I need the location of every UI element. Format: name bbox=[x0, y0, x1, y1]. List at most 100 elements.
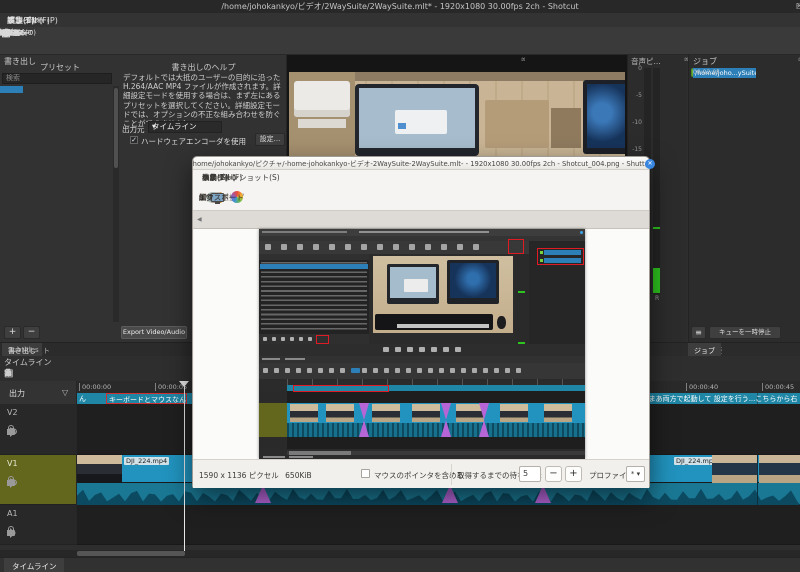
db-scale-label: 0 bbox=[628, 65, 642, 72]
track-header-v2[interactable]: V2 bbox=[0, 404, 77, 455]
inner-tl-glyph bbox=[285, 368, 290, 373]
highlight-box-subtitle-segment bbox=[293, 385, 389, 392]
output-track-header[interactable]: 出力 ▽ bbox=[0, 381, 77, 404]
titlebar: /home/johokankyo/ビデオ/2WaySuite/2WaySuite… bbox=[0, 0, 800, 13]
toolbar-button[interactable]: ▣Subtitles bbox=[2, 27, 10, 29]
clip-boundary bbox=[757, 483, 758, 505]
mute-icon[interactable] bbox=[7, 530, 11, 536]
scrollbar-thumb[interactable] bbox=[114, 88, 118, 168]
clip-thumbnail bbox=[77, 455, 122, 483]
meter-level-bar bbox=[653, 268, 660, 293]
add-preset-button[interactable]: + bbox=[4, 326, 21, 339]
left-dock-tabs-tab[interactable]: Subtitles bbox=[2, 343, 45, 354]
remove-preset-button[interactable]: − bbox=[23, 326, 40, 339]
shutter-canvas bbox=[194, 229, 649, 459]
shutter-toolbar: ↻ ▶ 範囲を選択 デスクトップ ▼ ウィンドウ ▼ ▼ 編集 エクスポート ▼ bbox=[193, 184, 649, 210]
timeline-bottom-tabs-tab[interactable]: タイムライン bbox=[4, 558, 64, 572]
track-header-v1[interactable]: V1 bbox=[0, 455, 77, 505]
inner-toolbar-glyph bbox=[265, 244, 271, 250]
hardware-encoder-label: ハードウェアエンコーダを使用 bbox=[141, 136, 246, 147]
from-select[interactable]: タイムライン ▼ bbox=[148, 121, 222, 133]
profile-select[interactable]: * ▾ bbox=[626, 466, 645, 482]
subtitle-segment-selected[interactable]: キーボードとマウスなんて bbox=[106, 393, 187, 404]
inner-clip-thumbnail bbox=[290, 404, 318, 422]
inner-glyph bbox=[263, 337, 267, 341]
inner-v1-waveform bbox=[287, 423, 585, 437]
playhead[interactable] bbox=[184, 381, 185, 551]
delay-increment-button[interactable]: + bbox=[565, 466, 582, 482]
job-item[interactable]: ✓ /home/joho...ySuite.mp 00:02:05 bbox=[691, 66, 799, 79]
image-dimensions: 1590 x 1136 ピクセル bbox=[199, 471, 279, 480]
playhead-cap-icon bbox=[179, 381, 189, 387]
from-label: 出力元 bbox=[122, 124, 145, 135]
inner-toolbar-glyph bbox=[473, 244, 479, 250]
capture-delay-input[interactable]: 5 bbox=[519, 466, 541, 482]
chevron-down-icon[interactable]: ▼ bbox=[203, 194, 208, 201]
inner-clip-thumbnail bbox=[372, 404, 400, 422]
close-icon[interactable]: ✕ bbox=[645, 159, 655, 169]
window-title: /home/johokankyo/ビデオ/2WaySuite/2WaySuite… bbox=[221, 1, 578, 12]
inner-transport-glyph bbox=[419, 347, 425, 352]
inner-tl-glyph bbox=[472, 368, 477, 373]
tab-scroll-left-icon[interactable]: ◀ bbox=[195, 216, 204, 228]
inner-tl-glyph bbox=[384, 368, 389, 373]
inner-transport-glyph bbox=[383, 347, 389, 352]
encoder-settings-button[interactable]: 設定... bbox=[255, 133, 285, 146]
inner-clip-thumbnail bbox=[326, 404, 354, 422]
jobs-tabs-tab[interactable]: ジョブ bbox=[688, 343, 721, 356]
inner-glyph bbox=[308, 337, 312, 341]
shutter-statusbar: 1590 x 1136 ピクセル 650KiB マウスのポインタを含める 取得す… bbox=[193, 459, 649, 488]
close-icon[interactable]: × bbox=[796, 1, 800, 10]
inner-tl-glyph bbox=[318, 368, 323, 373]
inner-tl-glyph bbox=[494, 368, 499, 373]
preset-search-input[interactable]: 検索 bbox=[2, 73, 112, 84]
inner-glyph bbox=[272, 337, 276, 341]
split-icon[interactable]: ◫ bbox=[4, 368, 13, 379]
inner-glyph bbox=[290, 337, 294, 341]
inner-tl-glyph bbox=[439, 368, 444, 373]
jobs-menu-button[interactable]: ≡ bbox=[691, 326, 706, 339]
meter-trough-right bbox=[653, 68, 660, 294]
channel-label: R bbox=[655, 295, 659, 302]
inner-toolbar-glyph bbox=[329, 244, 335, 250]
inner-tl-glyph bbox=[461, 368, 466, 373]
profile-value: * bbox=[631, 470, 635, 478]
inner-tl-glyph bbox=[351, 368, 360, 373]
track-a1-content[interactable] bbox=[77, 505, 800, 545]
image-filesize: 650KiB bbox=[285, 471, 311, 480]
preset-item[interactable]: D10 (SD NTSC) bbox=[0, 86, 33, 93]
inner-toolbar-glyph bbox=[297, 244, 303, 250]
menu-item[interactable]: ヘルプ(H) bbox=[0, 15, 50, 26]
pause-queue-button[interactable]: キューを一時停止 bbox=[709, 326, 781, 339]
include-pointer-checkbox[interactable] bbox=[361, 469, 370, 478]
hide-icon[interactable] bbox=[7, 428, 17, 435]
filter-icon[interactable]: ▽ bbox=[62, 388, 68, 397]
inner-track-v1 bbox=[259, 403, 287, 437]
main-menubar: ファイル(F)編集(E)表示(V)プレイヤー(P)設定(S)ヘルプ(H) bbox=[0, 13, 800, 27]
track-header-a1[interactable]: A1 bbox=[0, 505, 77, 545]
export-video-audio-button[interactable]: Export Video/Audio bbox=[121, 326, 187, 339]
inner-transport-glyph bbox=[455, 347, 461, 352]
timeline-scrollbar-thumb[interactable] bbox=[77, 551, 185, 556]
delay-decrement-button[interactable]: − bbox=[545, 466, 562, 482]
inner-toolbar-glyph bbox=[345, 244, 351, 250]
inner-toolbar-glyph bbox=[313, 244, 319, 250]
inner-tl-glyph bbox=[373, 368, 378, 373]
hardware-encoder-checkbox[interactable]: ✓ bbox=[130, 136, 138, 144]
preset-scrollbar[interactable] bbox=[113, 86, 119, 322]
inner-toolbar-glyph bbox=[361, 244, 367, 250]
subtitle-segment[interactable]: ん bbox=[79, 394, 86, 404]
inner-close-icon bbox=[580, 231, 583, 234]
hide-icon[interactable] bbox=[7, 479, 17, 486]
inner-video-preview bbox=[373, 256, 513, 333]
inner-tl-glyph bbox=[362, 368, 367, 373]
panel-close-icon[interactable]: × bbox=[521, 56, 526, 63]
subtitle-segment-right[interactable]: ...まあ両方で起動して 設定を行う...こちらから右 bbox=[642, 394, 800, 404]
shutter-titlebar[interactable]: /home/johokankyo/ピクチャ/-home-johokankyo-ビ… bbox=[193, 157, 649, 170]
preview-scene-printer bbox=[294, 81, 350, 117]
inner-toolbar-glyph bbox=[457, 244, 463, 250]
ruler-timestamp: 00:00:40 bbox=[686, 383, 718, 391]
preview-scene-box bbox=[485, 100, 549, 148]
inner-tl-glyph bbox=[417, 368, 422, 373]
menu-item[interactable]: ヘルプ(H) bbox=[197, 172, 241, 183]
